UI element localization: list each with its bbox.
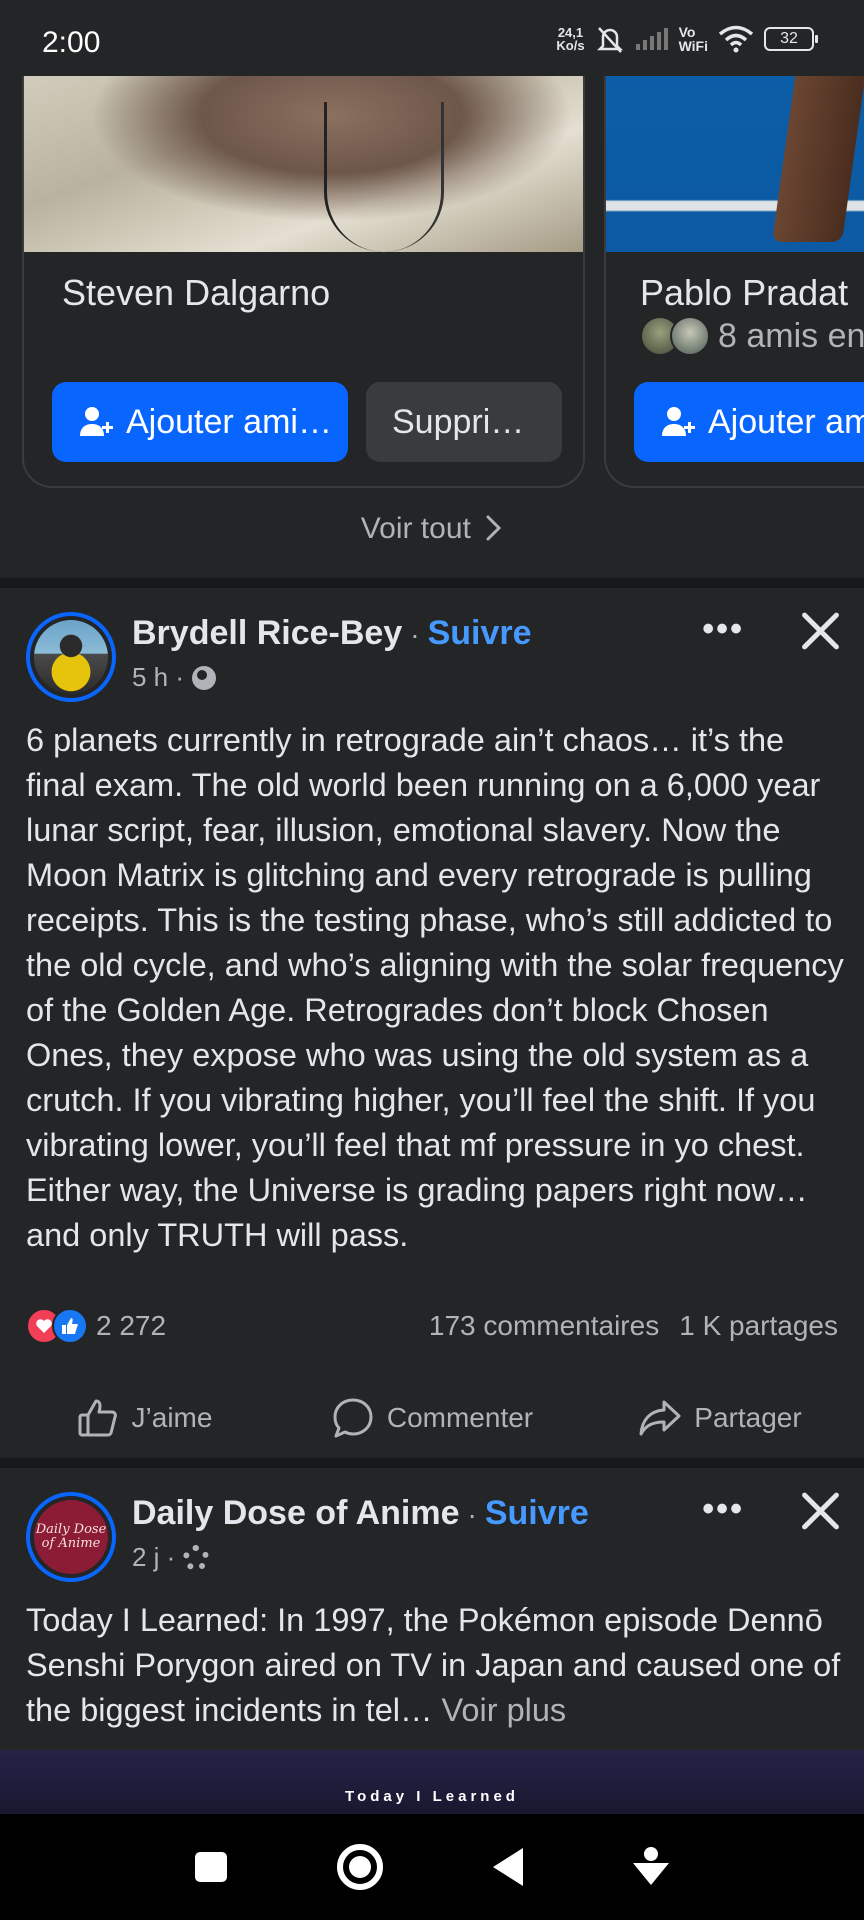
post-author-line: Daily Dose of Anime · Suivre xyxy=(132,1494,589,1533)
friend-suggestions: Steven Dalgarno Ajouter ami… Suppri… Pab… xyxy=(0,0,864,578)
like-label: J’aime xyxy=(131,1402,213,1433)
see-all-link[interactable]: Voir tout xyxy=(0,512,864,546)
banner-text: Today I Learned xyxy=(345,1788,519,1805)
system-nav-bar xyxy=(0,1814,864,1920)
comments-count[interactable]: 173 commentaires xyxy=(429,1310,659,1342)
post-meta: 2 j · xyxy=(132,1542,210,1573)
author-avatar[interactable]: Daily Dose of Anime xyxy=(26,1492,116,1582)
wifi-icon xyxy=(718,25,754,53)
feed-post: Brydell Rice-Bey · Suivre 5 h · ••• 6 pl… xyxy=(0,588,864,1458)
more-options-icon[interactable]: ••• xyxy=(702,610,744,649)
signal-icon xyxy=(635,28,668,50)
battery-indicator: 32 xyxy=(764,27,818,51)
vowifi-top: Vo xyxy=(678,24,696,40)
post-text: 6 planets currently in retrograde ain’t … xyxy=(26,722,844,1253)
like-button[interactable]: J’aime xyxy=(0,1388,288,1448)
network-speed: 24,1 Ko/s xyxy=(556,26,584,52)
author-name[interactable]: Brydell Rice-Bey xyxy=(132,614,402,653)
status-icons: 24,1 Ko/s Vo WiFi 32 xyxy=(556,24,818,54)
add-friend-label: Ajouter ami… xyxy=(126,402,332,441)
recents-square-icon[interactable] xyxy=(195,1852,227,1882)
vowifi-bottom: WiFi xyxy=(678,38,708,54)
photo-detail xyxy=(324,102,444,252)
network-speed-unit: Ko/s xyxy=(556,38,585,53)
suggestion-card[interactable]: Steven Dalgarno Ajouter ami… Suppri… xyxy=(22,40,585,488)
mutual-friends: 8 amis en xyxy=(640,316,864,356)
engagement-counts: 173 commentaires 1 K partages xyxy=(429,1310,838,1342)
add-friend-icon xyxy=(80,407,113,436)
feed-divider xyxy=(0,578,864,588)
remove-suggestion-button[interactable]: Suppri… xyxy=(366,382,562,462)
share-arrow-icon xyxy=(639,1400,681,1436)
add-friend-icon xyxy=(662,407,695,436)
reactions-bar: 2 272 173 commentaires 1 K partages xyxy=(26,1306,838,1346)
thumbs-up-icon[interactable] xyxy=(52,1308,88,1344)
add-friend-label: Ajouter am xyxy=(708,402,864,441)
share-label: Partager xyxy=(694,1402,802,1433)
status-bar: 2:00 24,1 Ko/s Vo WiFi 32 xyxy=(0,0,864,76)
back-triangle-icon[interactable] xyxy=(493,1848,523,1886)
mutual-friends-text: 8 amis en xyxy=(718,316,864,355)
suggestion-name[interactable]: Pablo Pradat xyxy=(640,272,848,314)
status-time: 2:00 xyxy=(42,26,101,59)
post-text-content: Today I Learned: In 1997, the Pokémon ep… xyxy=(26,1602,841,1728)
comment-button[interactable]: Commenter xyxy=(288,1388,576,1448)
close-icon[interactable] xyxy=(798,1488,842,1532)
screen: Steven Dalgarno Ajouter ami… Suppri… Pab… xyxy=(0,0,864,1920)
post-actions: J’aime Commenter Partager xyxy=(0,1388,864,1448)
follow-link[interactable]: Suivre xyxy=(428,614,532,653)
see-more-link[interactable]: Voir plus xyxy=(442,1692,567,1728)
home-circle-icon[interactable] xyxy=(337,1844,383,1890)
avatar-image: Daily Dose of Anime xyxy=(34,1500,108,1574)
author-avatar[interactable] xyxy=(26,612,116,702)
gear-icon xyxy=(183,1544,210,1571)
separator: · xyxy=(410,619,420,650)
more-options-icon[interactable]: ••• xyxy=(702,1490,744,1529)
close-icon[interactable] xyxy=(798,608,842,652)
comment-label: Commenter xyxy=(386,1402,534,1433)
post-time[interactable]: 5 h · xyxy=(132,662,184,693)
post-time[interactable]: 2 j · xyxy=(132,1542,175,1573)
suggestion-card[interactable]: Pablo Pradat 8 amis en Ajouter am xyxy=(604,40,864,488)
vowifi-indicator: Vo WiFi xyxy=(679,25,708,53)
author-name[interactable]: Daily Dose of Anime xyxy=(132,1494,459,1533)
suggestion-name[interactable]: Steven Dalgarno xyxy=(62,272,330,314)
post-image-banner[interactable]: Today I Learned xyxy=(0,1750,864,1814)
see-all-label: Voir tout xyxy=(360,512,471,545)
add-friend-button[interactable]: Ajouter am xyxy=(634,382,864,462)
globe-icon xyxy=(192,665,217,690)
bell-muted-icon xyxy=(596,27,623,53)
share-button[interactable]: Partager xyxy=(576,1388,864,1448)
post-meta: 5 h · xyxy=(132,662,217,693)
download-person-icon[interactable] xyxy=(633,1847,669,1887)
add-friend-button[interactable]: Ajouter ami… xyxy=(52,382,348,462)
reaction-count[interactable]: 2 272 xyxy=(96,1310,166,1342)
follow-link[interactable]: Suivre xyxy=(485,1494,589,1533)
feed-divider xyxy=(0,1458,864,1468)
post-text: Today I Learned: In 1997, the Pokémon ep… xyxy=(26,1598,846,1733)
chevron-right-icon xyxy=(486,515,502,541)
separator: · xyxy=(467,1499,477,1530)
mutual-avatar xyxy=(670,316,710,356)
comment-bubble-icon xyxy=(333,1398,373,1438)
shares-count[interactable]: 1 K partages xyxy=(679,1310,838,1342)
thumbs-up-outline-icon xyxy=(78,1399,117,1437)
post-author-line: Brydell Rice-Bey · Suivre xyxy=(132,614,532,653)
avatar-image xyxy=(34,620,108,694)
